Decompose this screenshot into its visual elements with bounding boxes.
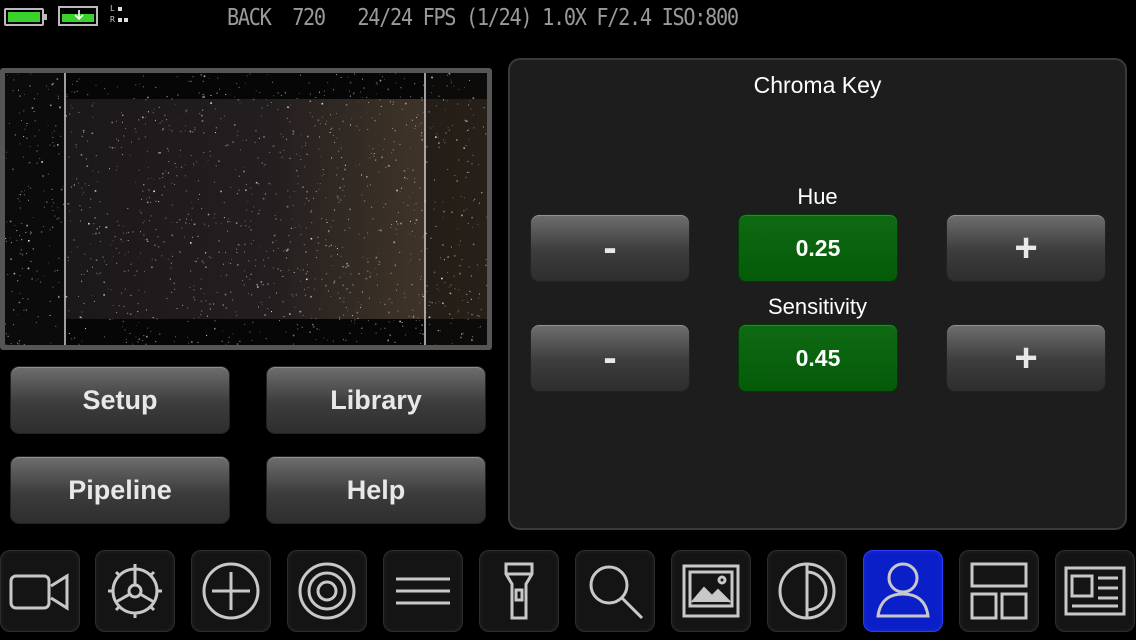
tool-settings[interactable] [95, 550, 175, 632]
menu-lines-icon [396, 577, 450, 605]
tool-focus[interactable] [287, 550, 367, 632]
tool-exposure[interactable] [767, 550, 847, 632]
status-bar: L R BACK 720 24/24 FPS (1/24) 1.0X F/2.4… [0, 0, 1136, 36]
plus-circle-icon [202, 562, 260, 620]
tool-torch[interactable] [479, 550, 559, 632]
tool-video[interactable] [0, 550, 80, 632]
tool-menu[interactable] [383, 550, 463, 632]
bottom-toolbar [0, 548, 1136, 636]
camera-preview[interactable] [0, 68, 492, 350]
hue-increment-button[interactable]: + [946, 214, 1106, 282]
audio-meter-icon: L R [110, 5, 130, 27]
article-icon [1064, 566, 1126, 616]
storage-icon [58, 6, 98, 26]
search-icon [589, 565, 644, 620]
preview-image [5, 73, 487, 345]
target-icon [298, 562, 356, 620]
sensitivity-label: Sensitivity [767, 294, 868, 319]
video-camera-icon [9, 573, 69, 611]
pipeline-button[interactable]: Pipeline [10, 456, 230, 524]
chroma-key-panel: Chroma Key Hue - 0.25 + Sensitivity - 0.… [508, 58, 1127, 530]
tool-add[interactable] [191, 550, 271, 632]
hue-label: Hue [797, 184, 838, 209]
sensitivity-increment-button[interactable]: + [946, 324, 1106, 392]
setup-button[interactable]: Setup [10, 366, 230, 434]
contrast-icon [778, 562, 836, 620]
tool-zoom[interactable] [575, 550, 655, 632]
hue-decrement-button[interactable]: - [530, 214, 690, 282]
help-button[interactable]: Help [266, 456, 486, 524]
sensitivity-decrement-button[interactable]: - [530, 324, 690, 392]
sensitivity-value: 0.45 [738, 324, 898, 392]
tool-chroma-key[interactable] [863, 550, 943, 632]
camera-status-text: BACK 720 24/24 FPS (1/24) 1.0X F/2.4 ISO… [227, 5, 739, 31]
gear-icon [108, 564, 162, 618]
tool-gallery[interactable] [671, 550, 751, 632]
tool-overlay[interactable] [1055, 550, 1135, 632]
tool-layout[interactable] [959, 550, 1039, 632]
library-button[interactable]: Library [266, 366, 486, 434]
hue-value: 0.25 [738, 214, 898, 282]
person-icon [876, 562, 930, 618]
flashlight-icon [504, 562, 534, 620]
battery-icon [4, 8, 47, 26]
image-icon [682, 564, 740, 618]
panel-title: Chroma Key [753, 72, 882, 98]
layout-icon [970, 562, 1028, 620]
